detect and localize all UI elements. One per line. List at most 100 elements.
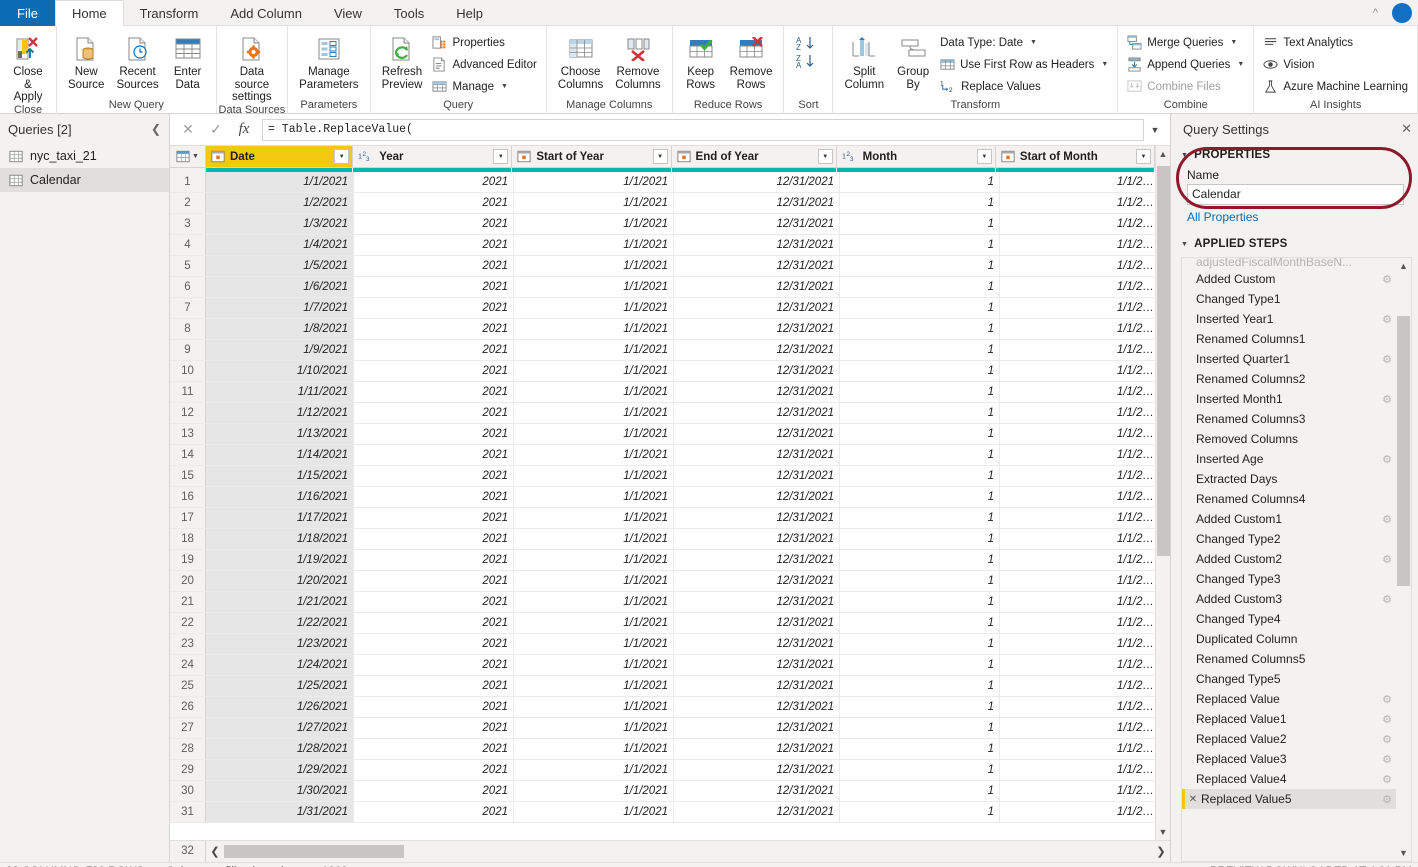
table-cell[interactable]: 1/1/2021 [514, 781, 674, 801]
table-cell[interactable]: 12/31/2021 [674, 487, 840, 507]
row-number[interactable]: 27 [170, 718, 206, 738]
scroll-down-button[interactable]: ▼ [1396, 845, 1411, 861]
applied-step[interactable]: Extracted Days [1182, 469, 1396, 489]
table-row[interactable]: 201/20/202120211/1/202112/31/202111/1/2… [170, 571, 1155, 592]
select-all-columns-button[interactable]: ▼ [170, 146, 206, 167]
row-number[interactable]: 14 [170, 445, 206, 465]
table-cell[interactable]: 1/1/2… [1000, 445, 1155, 465]
table-row[interactable]: 141/14/202120211/1/202112/31/202111/1/2… [170, 445, 1155, 466]
table-cell[interactable]: 1/1/2… [1000, 277, 1155, 297]
table-cell[interactable]: 1/9/2021 [206, 340, 354, 360]
table-row[interactable]: 191/19/202120211/1/202112/31/202111/1/2… [170, 550, 1155, 571]
table-row[interactable]: 71/7/202120211/1/202112/31/202111/1/2… [170, 298, 1155, 319]
gear-icon[interactable]: ⚙ [1378, 313, 1396, 326]
sort-descending-button[interactable]: Z A [789, 52, 827, 70]
table-cell[interactable]: 1/28/2021 [206, 739, 354, 759]
table-cell[interactable]: 1/14/2021 [206, 445, 354, 465]
applied-step[interactable]: Renamed Columns1 [1182, 329, 1396, 349]
table-row[interactable]: 181/18/202120211/1/202112/31/202111/1/2… [170, 529, 1155, 550]
table-cell[interactable]: 1/5/2021 [206, 256, 354, 276]
hscroll-track[interactable]: ❮ ❯ [206, 841, 1170, 862]
table-cell[interactable]: 12/31/2021 [674, 340, 840, 360]
table-cell[interactable]: 1 [840, 403, 1000, 423]
table-cell[interactable]: 2021 [354, 613, 514, 633]
table-cell[interactable]: 1/2/2021 [206, 193, 354, 213]
split-column-button[interactable]: Split Column [838, 30, 890, 91]
table-row[interactable]: 81/8/202120211/1/202112/31/202111/1/2… [170, 319, 1155, 340]
table-cell[interactable]: 1/1/2021 [514, 508, 674, 528]
applied-step[interactable]: Replaced Value2⚙ [1182, 729, 1396, 749]
merge-queries-button[interactable]: Merge Queries ▼ [1123, 32, 1248, 53]
table-cell[interactable]: 1/19/2021 [206, 550, 354, 570]
applied-step[interactable]: Added Custom2⚙ [1182, 549, 1396, 569]
filter-dropdown-icon[interactable]: ▼ [653, 149, 668, 164]
table-cell[interactable]: 2021 [354, 403, 514, 423]
table-cell[interactable]: 1 [840, 739, 1000, 759]
table-cell[interactable]: 2021 [354, 277, 514, 297]
hscroll-thumb[interactable] [224, 845, 404, 858]
refresh-preview-button[interactable]: Refresh Preview [376, 30, 429, 91]
applied-step[interactable]: Inserted Month1⚙ [1182, 389, 1396, 409]
table-cell[interactable]: 12/31/2021 [674, 403, 840, 423]
applied-step[interactable]: Renamed Columns4 [1182, 489, 1396, 509]
table-cell[interactable]: 1/20/2021 [206, 571, 354, 591]
table-cell[interactable]: 12/31/2021 [674, 445, 840, 465]
table-row[interactable]: 281/28/202120211/1/202112/31/202111/1/2… [170, 739, 1155, 760]
table-cell[interactable]: 1/27/2021 [206, 718, 354, 738]
row-number[interactable]: 18 [170, 529, 206, 549]
table-cell[interactable]: 2021 [354, 466, 514, 486]
table-cell[interactable]: 12/31/2021 [674, 634, 840, 654]
table-cell[interactable]: 1/1/2… [1000, 214, 1155, 234]
table-cell[interactable]: 12/31/2021 [674, 592, 840, 612]
table-cell[interactable]: 2021 [354, 340, 514, 360]
table-cell[interactable]: 12/31/2021 [674, 298, 840, 318]
table-cell[interactable]: 1/1/2… [1000, 340, 1155, 360]
table-cell[interactable]: 1 [840, 781, 1000, 801]
properties-button[interactable]: Properties [428, 32, 540, 53]
table-cell[interactable]: 2021 [354, 256, 514, 276]
query-item-calendar[interactable]: Calendar [0, 168, 169, 192]
table-cell[interactable]: 1/1/2021 [514, 445, 674, 465]
table-cell[interactable]: 2021 [354, 571, 514, 591]
replace-values-button[interactable]: 1 2 Replace Values [936, 76, 1112, 97]
table-cell[interactable]: 1/1/2021 [514, 487, 674, 507]
table-cell[interactable]: 1/7/2021 [206, 298, 354, 318]
table-cell[interactable]: 12/31/2021 [674, 508, 840, 528]
row-number[interactable]: 8 [170, 319, 206, 339]
table-row[interactable]: 91/9/202120211/1/202112/31/202111/1/2… [170, 340, 1155, 361]
table-row[interactable]: 301/30/202120211/1/202112/31/202111/1/2… [170, 781, 1155, 802]
table-cell[interactable]: 1 [840, 718, 1000, 738]
keep-rows-button[interactable]: Keep Rows [678, 30, 724, 91]
table-cell[interactable]: 2021 [354, 718, 514, 738]
table-cell[interactable]: 2021 [354, 802, 514, 822]
table-cell[interactable]: 12/31/2021 [674, 613, 840, 633]
table-cell[interactable]: 1 [840, 235, 1000, 255]
table-cell[interactable]: 1/1/2021 [206, 172, 354, 192]
table-cell[interactable]: 1/13/2021 [206, 424, 354, 444]
tab-file[interactable]: File [0, 0, 55, 26]
table-cell[interactable]: 12/31/2021 [674, 550, 840, 570]
table-cell[interactable]: 1 [840, 487, 1000, 507]
table-row[interactable]: 111/11/202120211/1/202112/31/202111/1/2… [170, 382, 1155, 403]
tab-tools[interactable]: Tools [378, 0, 440, 26]
use-first-row-as-headers-button[interactable]: Use First Row as Headers ▼ [936, 54, 1112, 75]
applied-step[interactable]: Removed Columns [1182, 429, 1396, 449]
applied-step[interactable]: adjustedFiscalMonthBaseN... [1182, 258, 1396, 269]
table-row[interactable]: 101/10/202120211/1/202112/31/202111/1/2… [170, 361, 1155, 382]
table-cell[interactable]: 12/31/2021 [674, 529, 840, 549]
table-cell[interactable]: 1/1/2… [1000, 382, 1155, 402]
table-cell[interactable]: 1/1/2021 [514, 634, 674, 654]
table-cell[interactable]: 1 [840, 529, 1000, 549]
vision-button[interactable]: Vision [1259, 54, 1412, 75]
table-cell[interactable]: 2021 [354, 634, 514, 654]
table-cell[interactable]: 1/1/2021 [514, 592, 674, 612]
table-cell[interactable]: 2021 [354, 592, 514, 612]
table-cell[interactable]: 1/1/2… [1000, 739, 1155, 759]
table-cell[interactable]: 2021 [354, 508, 514, 528]
steps-vscroll-track[interactable] [1396, 274, 1411, 845]
table-cell[interactable]: 1/1/2… [1000, 676, 1155, 696]
table-cell[interactable]: 1 [840, 613, 1000, 633]
table-cell[interactable]: 1/8/2021 [206, 319, 354, 339]
table-cell[interactable]: 1/4/2021 [206, 235, 354, 255]
table-cell[interactable]: 1 [840, 760, 1000, 780]
